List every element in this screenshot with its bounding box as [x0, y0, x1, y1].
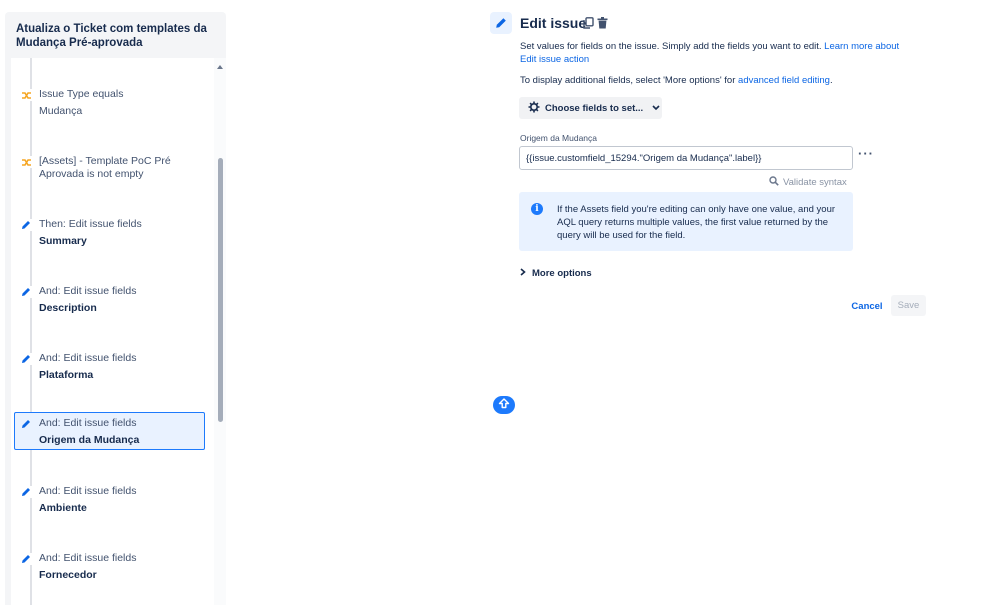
- rule-item-edit-description[interactable]: And: Edit issue fields Description: [15, 281, 205, 319]
- rule-item-title: [Assets] - Template PoC Pré: [39, 155, 171, 167]
- rule-item-title: And: Edit issue fields: [39, 352, 137, 364]
- rule-item-title: And: Edit issue fields: [39, 552, 137, 564]
- rule-item-title: And: Edit issue fields: [39, 417, 137, 429]
- more-options-label: More options: [532, 268, 592, 279]
- rule-item-subtitle: Aprovada is not empty: [39, 168, 144, 180]
- rule-item-assets-condition[interactable]: [Assets] - Template PoC Pré Aprovada is …: [15, 151, 205, 189]
- scrollbar[interactable]: [214, 58, 226, 605]
- advanced-editing-hint: To display additional fields, select 'Mo…: [520, 74, 833, 87]
- rule-item-subtitle: Ambiente: [39, 502, 87, 514]
- title-actions: [583, 16, 608, 34]
- pencil-icon: [20, 418, 32, 430]
- validate-syntax-link[interactable]: Validate syntax: [769, 176, 847, 189]
- more-actions-icon[interactable]: ···: [858, 147, 874, 160]
- rule-item-subtitle: Mudança: [39, 105, 83, 117]
- rule-item-title: And: Edit issue fields: [39, 485, 137, 497]
- rule-item-title: Issue Type equals: [39, 88, 124, 100]
- pencil-icon: [490, 12, 512, 34]
- rule-item-subtitle: Fornecedor: [39, 569, 97, 581]
- rule-item-title: Then: Edit issue fields: [39, 218, 142, 230]
- gear-icon: [528, 101, 540, 116]
- feedback-button[interactable]: [493, 396, 515, 414]
- condition-icon: [20, 156, 32, 168]
- page-title: Edit issue: [520, 15, 587, 31]
- rule-panel: Atualiza o Ticket com templates da Mudan…: [5, 12, 226, 605]
- advanced-field-editing-link[interactable]: advanced field editing: [738, 75, 830, 86]
- trash-icon[interactable]: [597, 16, 608, 34]
- choose-fields-button[interactable]: Choose fields to set...: [519, 97, 662, 119]
- rule-item-edit-ambiente[interactable]: And: Edit issue fields Ambiente: [15, 481, 205, 519]
- rule-item-issue-type[interactable]: Issue Type equals Mudança: [15, 84, 205, 122]
- pencil-icon: [20, 219, 32, 231]
- cancel-button[interactable]: Cancel: [847, 296, 887, 316]
- pencil-icon: [20, 486, 32, 498]
- rule-item-title: And: Edit issue fields: [39, 285, 137, 297]
- origem-da-mudanca-input[interactable]: [519, 146, 853, 170]
- chevron-down-icon: [652, 103, 660, 114]
- choose-fields-label: Choose fields to set...: [545, 102, 644, 114]
- timeline-line: [30, 58, 32, 605]
- rule-item-subtitle: Description: [39, 302, 97, 314]
- info-icon: i: [531, 203, 543, 215]
- rule-item-edit-plataforma[interactable]: And: Edit issue fields Plataforma: [15, 348, 205, 386]
- rule-item-subtitle: Origem da Mudança: [39, 434, 140, 446]
- rule-item-edit-origem[interactable]: And: Edit issue fields Origem da Mudança: [14, 412, 205, 450]
- description-text: Set values for fields on the issue. Simp…: [520, 41, 822, 52]
- condition-icon: [20, 89, 32, 101]
- scrollbar-thumb[interactable]: [218, 158, 223, 422]
- upload-arrow-icon: [498, 396, 510, 414]
- copy-icon[interactable]: [583, 16, 594, 34]
- field-label: Origem da Mudança: [520, 133, 598, 143]
- hint-period: .: [829, 75, 833, 86]
- more-options-toggle[interactable]: More options: [520, 268, 592, 279]
- pencil-icon: [20, 286, 32, 298]
- rule-title: Atualiza o Ticket com templates da Mudan…: [16, 23, 207, 49]
- rule-item-edit-summary[interactable]: Then: Edit issue fields Summary: [15, 214, 205, 252]
- rule-component-list: Issue Type equals Mudança [Assets] - Tem…: [11, 58, 226, 605]
- rule-item-subtitle: Plataforma: [39, 369, 94, 381]
- hint-text: To display additional fields, select 'Mo…: [520, 75, 736, 86]
- edit-description: Set values for fields on the issue. Simp…: [520, 40, 915, 66]
- chevron-right-icon: [520, 268, 526, 279]
- rule-item-subtitle: Summary: [39, 235, 87, 247]
- pencil-icon: [20, 353, 32, 365]
- save-button[interactable]: Save: [891, 295, 926, 316]
- rule-item-edit-fornecedor[interactable]: And: Edit issue fields Fornecedor: [15, 548, 205, 586]
- pencil-icon: [20, 553, 32, 565]
- validate-syntax-label: Validate syntax: [783, 177, 847, 188]
- search-icon: [769, 176, 779, 189]
- info-text: If the Assets field you're editing can o…: [557, 204, 836, 241]
- scroll-up-arrow-icon[interactable]: [217, 65, 223, 69]
- info-message: i If the Assets field you're editing can…: [519, 192, 853, 251]
